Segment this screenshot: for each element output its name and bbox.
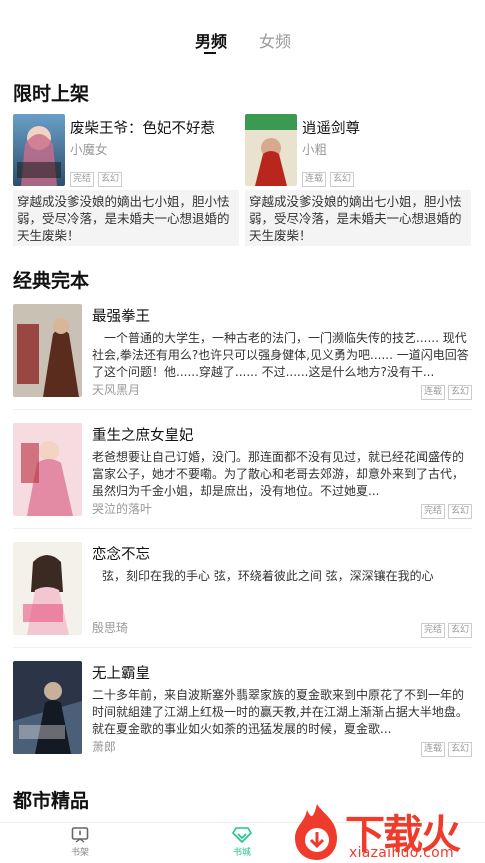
divider bbox=[13, 647, 472, 648]
book-description: 老爸想要让自己订婚，没门。那连面都不没有见过，就已经花闻盛传的富家公子，她才不要… bbox=[92, 450, 465, 498]
status-tag: 连载 bbox=[302, 172, 327, 187]
book-row[interactable]: 最强拳王 一个普通的大学生，一种古老的法门，一门濒临失传的技艺...... 现代… bbox=[13, 304, 472, 404]
flame-logo-icon bbox=[295, 804, 337, 860]
book-cover bbox=[13, 542, 82, 635]
book-cover bbox=[13, 304, 82, 397]
book-cover bbox=[13, 423, 82, 516]
book-author: 哭泣的落叶 bbox=[92, 502, 153, 516]
tab-indicator bbox=[204, 52, 216, 54]
status-tag: 完结 bbox=[420, 504, 445, 519]
genre-tag: 玄幻 bbox=[447, 623, 472, 638]
book-author: 殷思琦 bbox=[92, 621, 129, 635]
status-tag: 连载 bbox=[420, 742, 445, 757]
nav-shelf-label: 书架 bbox=[70, 848, 89, 858]
book-cover bbox=[245, 114, 297, 186]
book-description: 一个普通的大学生，一种古老的法门，一门濒临失传的技艺...... 现代社会,拳法… bbox=[92, 331, 469, 379]
book-card[interactable]: 废柴王爷：色妃不好惹 小魔女 完结 玄幻 穿越成没爹没娘的嫡出七小姐，胆小怯弱，受… bbox=[13, 114, 239, 246]
tab-male[interactable]: 男频 bbox=[195, 28, 227, 52]
book-cover bbox=[13, 114, 65, 186]
status-tag: 完结 bbox=[420, 623, 445, 638]
book-title: 最强拳王 bbox=[92, 309, 150, 325]
nav-shelf[interactable]: 书架 bbox=[60, 827, 100, 858]
book-title: 无上霸皇 bbox=[92, 666, 150, 682]
book-title: 重生之庶女皇妃 bbox=[92, 428, 194, 444]
tab-female[interactable]: 女频 bbox=[259, 28, 291, 52]
book-row[interactable]: 恋念不忘 弦，刻印在我的手心 弦，环绕着彼此之间 弦，深深镶在我的心 殷思琦 完… bbox=[13, 542, 472, 642]
book-card[interactable]: 逍遥剑尊 小粗 连载 玄幻 穿越成没爹没娘的嫡出七小姐，胆小怯弱，受尽冷落，是未婚… bbox=[245, 114, 471, 246]
book-title: 废柴王爷：色妃不好惹 bbox=[70, 121, 215, 137]
channel-tabs: 男频 女频 bbox=[0, 28, 485, 58]
book-shelf-icon bbox=[71, 827, 89, 843]
divider bbox=[13, 528, 472, 529]
book-description: 穿越成没爹没娘的嫡出七小姐，胆小怯弱，受尽冷落，是未婚夫一心想退婚的天生废柴！ bbox=[245, 190, 471, 246]
section-title-limited: 限时上架 bbox=[13, 83, 90, 105]
watermark-url: xiazaihuo.com bbox=[349, 845, 454, 861]
book-row[interactable]: 重生之庶女皇妃 老爸想要让自己订婚，没门。那连面都不没有见过，就已经花闻盛传的富… bbox=[13, 423, 472, 523]
diamond-icon bbox=[232, 827, 252, 843]
section-title-city: 都市精品 bbox=[13, 790, 90, 812]
watermark: 下载火 xiazaihuo.com bbox=[287, 800, 485, 863]
nav-city[interactable]: 书城 bbox=[222, 827, 262, 858]
book-title: 逍遥剑尊 bbox=[302, 121, 360, 137]
book-cover bbox=[13, 661, 82, 754]
nav-city-label: 书城 bbox=[232, 848, 251, 858]
book-title: 恋念不忘 bbox=[92, 547, 150, 563]
book-author: 萧郎 bbox=[92, 740, 117, 754]
book-description: 二十多年前，来自波斯塞外翡翠家族的夏金歌来到中原花了不到一年的时间就組建了江湖上… bbox=[92, 688, 468, 736]
section-title-classic: 经典完本 bbox=[13, 270, 90, 292]
book-description: 穿越成没爹没娘的嫡出七小姐，胆小怯弱，受尽冷落，是未婚夫一心想退婚的天生废柴！ bbox=[13, 190, 239, 246]
genre-tag: 玄幻 bbox=[447, 742, 472, 757]
book-description: 弦，刻印在我的手心 弦，环绕着彼此之间 弦，深深镶在我的心 bbox=[102, 569, 434, 583]
status-tag: 完结 bbox=[70, 172, 95, 187]
status-tag: 连载 bbox=[420, 385, 445, 400]
book-author: 天风黑月 bbox=[92, 383, 141, 397]
genre-tag: 玄幻 bbox=[98, 172, 123, 187]
genre-tag: 玄幻 bbox=[330, 172, 355, 187]
divider bbox=[13, 409, 472, 410]
genre-tag: 玄幻 bbox=[447, 504, 472, 519]
book-row[interactable]: 无上霸皇 二十多年前，来自波斯塞外翡翠家族的夏金歌来到中原花了不到一年的时间就組… bbox=[13, 661, 472, 761]
genre-tag: 玄幻 bbox=[447, 385, 472, 400]
book-author: 小魔女 bbox=[70, 142, 108, 157]
book-author: 小粗 bbox=[302, 142, 328, 157]
